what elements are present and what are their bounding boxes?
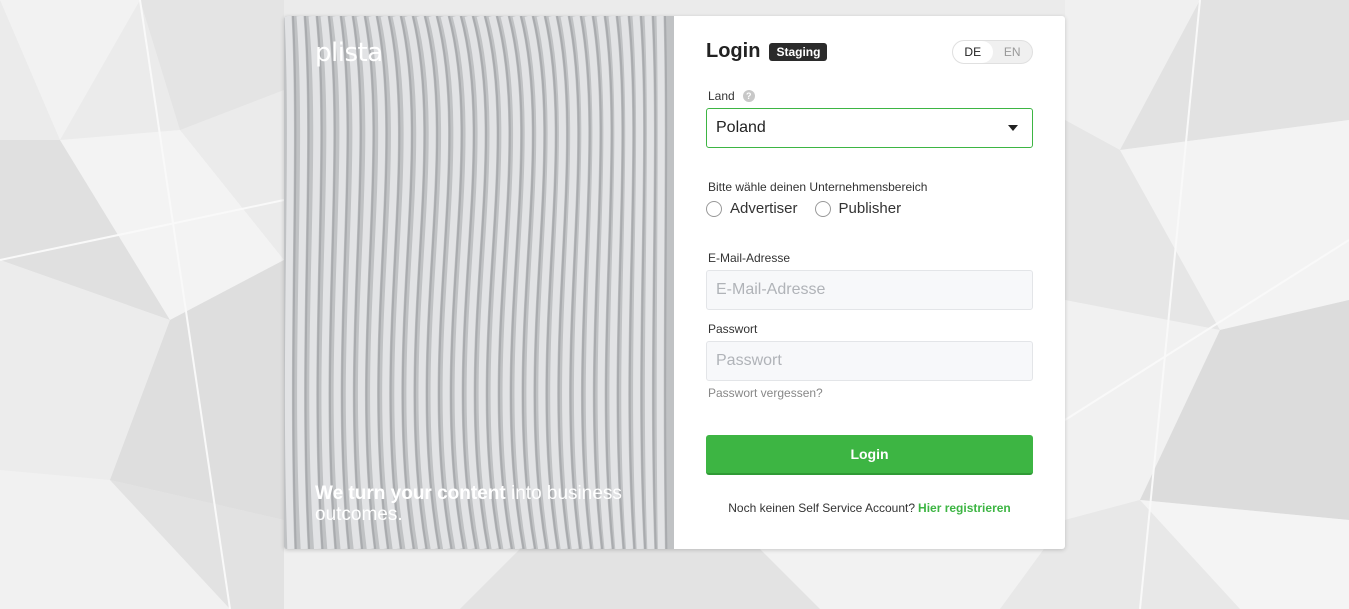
login-form: Login Staging DE EN Land? Poland Bitte w… [674,16,1065,549]
lang-en[interactable]: EN [993,41,1033,63]
country-label: Land? [708,89,755,103]
country-selected-value: Poland [716,119,766,136]
wave-rib-shadow [664,16,668,549]
plista-logo: plista [315,38,383,68]
password-input[interactable] [706,341,1033,381]
business-area-radios: Advertiser Publisher [706,200,918,217]
business-area-label: Bitte wähle deinen Unternehmensbereich [708,180,928,194]
forgot-password-link[interactable]: Passwort vergessen? [708,386,823,400]
question-icon[interactable]: ? [742,89,755,102]
radio-advertiser-label: Advertiser [730,200,798,217]
radio-circle-icon[interactable] [814,200,831,217]
tagline-bold: We turn your content [315,483,506,504]
env-badge: Staging [769,42,828,61]
wave-rib [632,16,644,549]
hero-panel: plista We turn your content into busines… [284,16,674,549]
login-card: plista We turn your content into busines… [284,16,1065,549]
register-link[interactable]: Hier registrieren [918,501,1011,515]
lang-de[interactable]: DE [953,41,993,63]
register-row: Noch keinen Self Service Account? Hier re… [674,501,1065,515]
hero-tagline: We turn your content into business outco… [315,483,645,525]
caret-down-icon [1008,125,1018,131]
wave-rib [284,16,295,549]
country-label-text: Land [708,89,735,103]
email-input[interactable] [706,270,1033,310]
wave-rib [644,16,655,549]
email-label: E-Mail-Adresse [708,251,791,265]
radio-circle-icon[interactable] [706,200,722,217]
radio-publisher[interactable]: Publisher [814,200,902,217]
radio-advertiser[interactable]: Advertiser [706,200,798,217]
page-title: Login [706,40,761,62]
country-select[interactable]: Poland [706,108,1033,148]
hero-wave-image [284,16,674,549]
radio-publisher-label: Publisher [838,200,902,217]
password-label: Passwort [708,322,758,336]
wave-rib [296,16,308,549]
login-button[interactable]: Login [706,435,1033,475]
wave-rib [656,16,665,549]
language-toggle: DE EN [952,40,1033,64]
title-row: Login Staging [706,40,828,63]
register-prompt: Noch keinen Self Service Account? [728,501,916,515]
